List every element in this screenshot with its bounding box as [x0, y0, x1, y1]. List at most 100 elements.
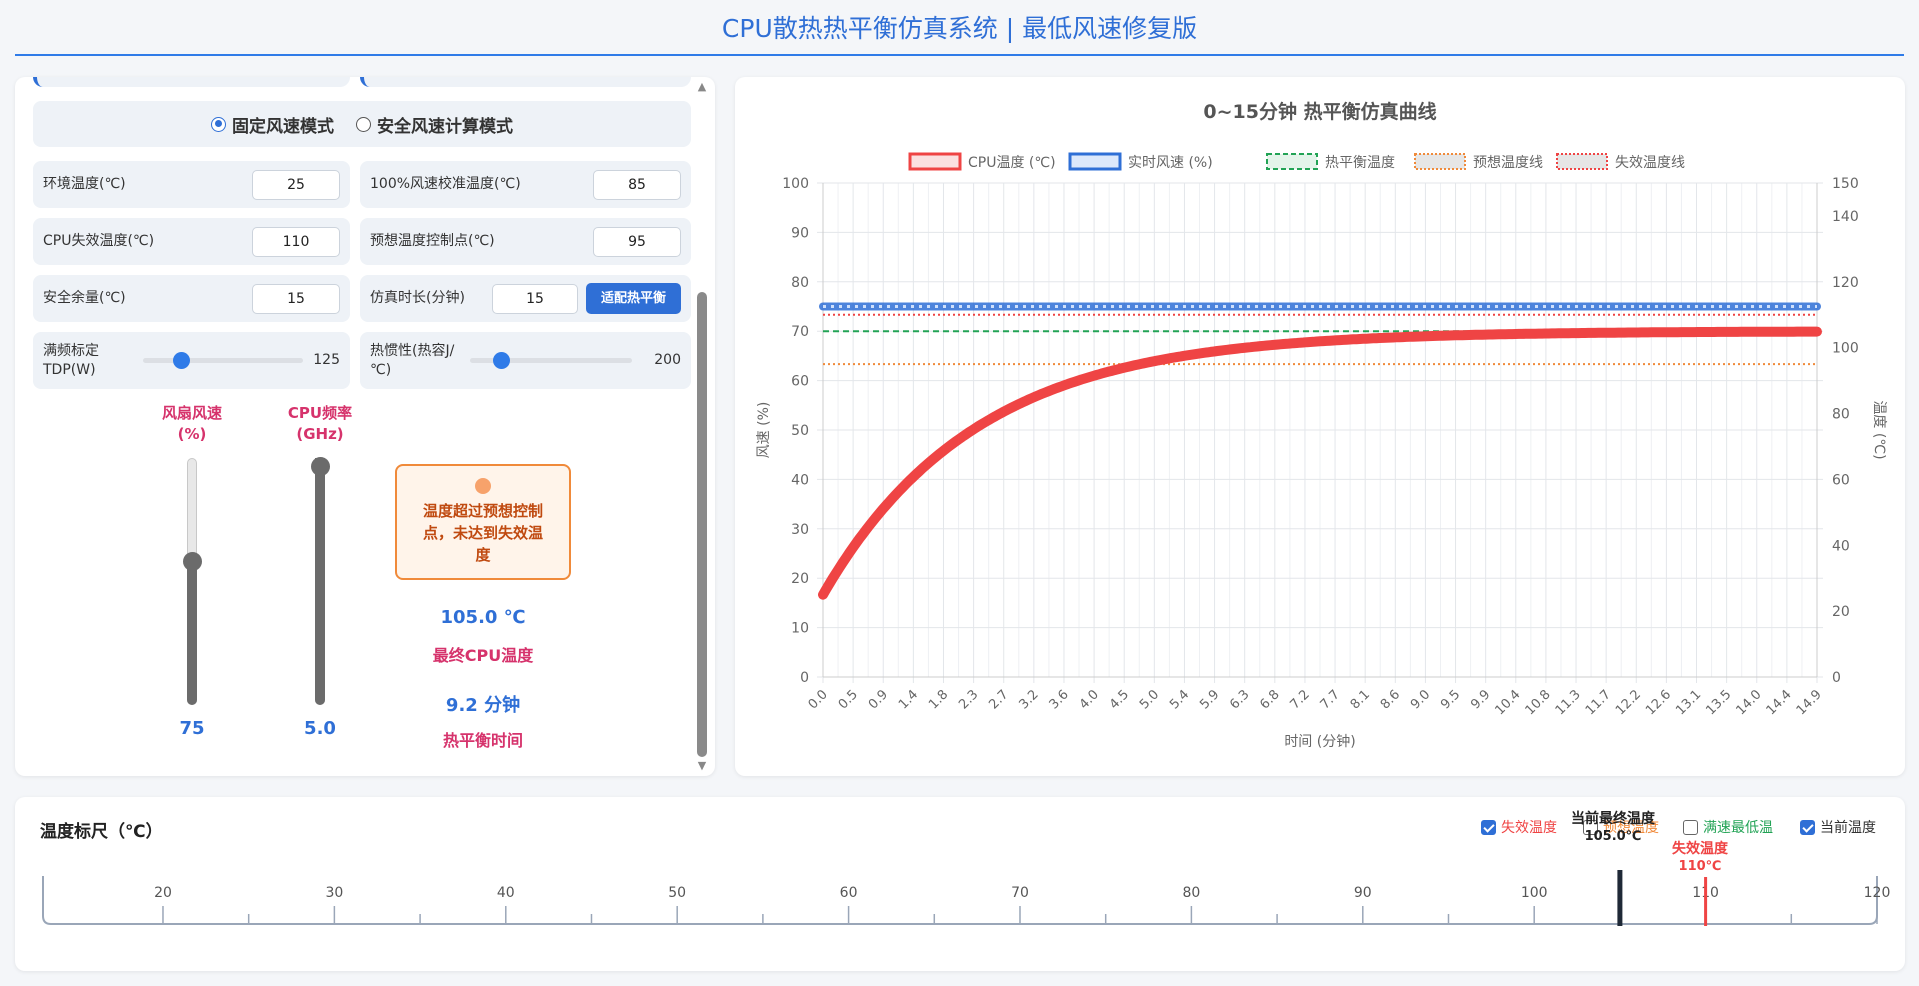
ruler-tick-label: 50 [668, 885, 686, 901]
x-tick-label: 6.3 [1227, 687, 1252, 712]
y-tick-right: 140 [1832, 209, 1859, 225]
duration-input[interactable]: 15 [492, 284, 578, 314]
target-temp-label: 预想温度控制点(℃) [370, 233, 495, 249]
x-tick-label: 8.1 [1348, 687, 1373, 712]
x-axis-label: 时间 (分钟) [1284, 733, 1355, 750]
radio-fixed-mode[interactable]: 固定风速模式 [211, 112, 334, 137]
scroll-up-arrow-icon[interactable]: ▲ [695, 80, 709, 94]
legend-label: 预想温度线 [1473, 155, 1543, 171]
y-tick-left: 70 [791, 324, 809, 340]
status-message: 温度超过预想控制 点，未达到失效温 度 [397, 500, 569, 566]
collapsed-card-right [360, 77, 691, 87]
eq-time-label: 热平衡时间 [442, 731, 523, 750]
fail-temp-field: CPU失效温度(℃) 110 [33, 218, 350, 265]
x-tick-label: 3.6 [1047, 687, 1072, 712]
x-tick-label: 2.7 [986, 687, 1011, 712]
inertia-label: 热惯性(热容J/℃) [370, 343, 455, 378]
scroll-thumb[interactable] [697, 292, 707, 757]
ruler-tick-label: 80 [1182, 885, 1200, 901]
y-tick-left: 100 [782, 176, 809, 192]
fail-temp-label: CPU失效温度(℃) [43, 233, 155, 249]
x-tick-label: 5.9 [1197, 687, 1222, 712]
final-temp-value: 105.0 ℃ [440, 607, 526, 628]
thermal-chart: 0~15分钟 热平衡仿真曲线 0 10 20 30 40 50 60 70 80 90 100 0 20 4… [756, 100, 1887, 750]
margin-label: 安全余量(℃) [43, 290, 126, 306]
calib-temp-field: 100%风速校准温度(℃) 85 [360, 161, 691, 208]
y-tick-right: 60 [1832, 472, 1850, 488]
tdp-label: 满频标定TDP(W) [43, 343, 99, 378]
y-axis-right-label: 温度 (℃) [1871, 400, 1887, 459]
app-header: CPU散热热平衡仿真系统 | 最低风速修复版 [0, 0, 1919, 56]
x-tick-label: 13.1 [1673, 687, 1704, 718]
tdp-slider-field: 满频标定TDP(W) 125 [33, 332, 350, 389]
legend-swatch [1414, 153, 1466, 170]
ambient-temp-input[interactable]: 25 [252, 170, 340, 200]
header-divider [15, 54, 1904, 56]
cpu-slider-knob[interactable] [311, 457, 330, 476]
radio-safe-label: 安全风速计算模式 [377, 116, 513, 137]
status-line-3: 度 [475, 546, 491, 564]
cpu-freq-label: CPU频率 (GHz) [270, 403, 370, 445]
y-axis-left-label: 风速 (%) [756, 402, 772, 459]
fan-slider-knob[interactable] [183, 551, 202, 571]
y-tick-left: 30 [791, 522, 809, 538]
x-tick-label: 10.4 [1493, 687, 1524, 718]
x-tick-label: 5.0 [1137, 687, 1162, 712]
cpu-slider-fill [315, 458, 325, 705]
calib-temp-input[interactable]: 85 [593, 170, 681, 200]
x-tick-label: 6.8 [1257, 687, 1282, 712]
eq-time-value: 9.2 分钟 [445, 695, 521, 716]
margin-field: 安全余量(℃) 15 [33, 275, 350, 322]
y-tick-left: 50 [791, 423, 809, 439]
x-tick-label: 10.8 [1523, 687, 1554, 718]
ruler-tick-label: 70 [1011, 885, 1029, 901]
ruler-tick-label: 60 [840, 885, 858, 901]
x-tick-label: 7.2 [1288, 687, 1313, 712]
status-card: 温度超过预想控制 点，未达到失效温 度 [395, 464, 571, 580]
inertia-value: 200 [654, 352, 681, 368]
scroll-down-arrow-icon[interactable]: ▼ [695, 759, 709, 773]
x-tick-label: 8.6 [1378, 687, 1403, 712]
tdp-slider-track[interactable] [143, 358, 303, 363]
x-tick-label: 13.5 [1703, 687, 1734, 718]
legend-swatch [1068, 152, 1122, 171]
x-tick-label: 14.0 [1734, 687, 1765, 718]
tdp-slider-knob[interactable] [173, 352, 191, 369]
margin-input[interactable]: 15 [252, 284, 340, 314]
ruler-tick-label: 30 [325, 885, 343, 901]
duration-label: 仿真时长(分钟) [370, 290, 465, 306]
radio-fixed-dot[interactable] [211, 116, 226, 132]
y-tick-right: 40 [1832, 538, 1850, 554]
x-tick-label: 9.0 [1408, 687, 1433, 712]
x-tick-label: 1.4 [896, 687, 921, 712]
x-tick-label: 0.5 [836, 687, 861, 712]
y-tick-right: 20 [1832, 604, 1850, 620]
y-tick-right: 150 [1832, 176, 1859, 192]
x-tick-label: 0.9 [866, 687, 891, 712]
status-line-1: 温度超过预想控制 [422, 502, 543, 520]
y-tick-right: 100 [1832, 341, 1859, 357]
mode-selector: 固定风速模式 安全风速计算模式 [33, 101, 691, 147]
chart-panel: 0~15分钟 热平衡仿真曲线 0 10 20 30 40 50 60 70 80 90 100 0 20 4… [735, 77, 1905, 776]
y-tick-left: 20 [791, 571, 809, 587]
page-title: CPU散热热平衡仿真系统 | 最低风速修复版 [721, 14, 1198, 43]
legend-label: CPU温度 (℃) [968, 155, 1056, 171]
target-temp-input[interactable]: 95 [593, 227, 681, 257]
x-tick-label: 4.5 [1107, 687, 1132, 712]
y-tick-left: 0 [800, 670, 809, 686]
ruler-tick-label: 90 [1354, 885, 1372, 901]
chart-title: 0~15分钟 热平衡仿真曲线 [1203, 100, 1436, 123]
inertia-slider-knob[interactable] [492, 352, 510, 369]
radio-safe-mode[interactable]: 安全风速计算模式 [356, 112, 513, 137]
x-tick-label: 4.0 [1077, 687, 1102, 712]
cpu-freq-value: 5.0 [304, 718, 336, 739]
panel-scrollbar[interactable]: ▲ ▼ [695, 77, 709, 776]
fail-temp-input[interactable]: 110 [252, 227, 340, 257]
fan-slider-fill [187, 560, 197, 705]
x-tick-label: 1.8 [926, 687, 951, 712]
x-tick-label: 11.7 [1583, 687, 1614, 718]
y-tick-left: 40 [791, 472, 809, 488]
fit-equilibrium-button[interactable]: 适配热平衡 [586, 283, 681, 314]
collapsed-card-left [33, 77, 350, 87]
radio-safe-dot[interactable] [356, 116, 371, 132]
